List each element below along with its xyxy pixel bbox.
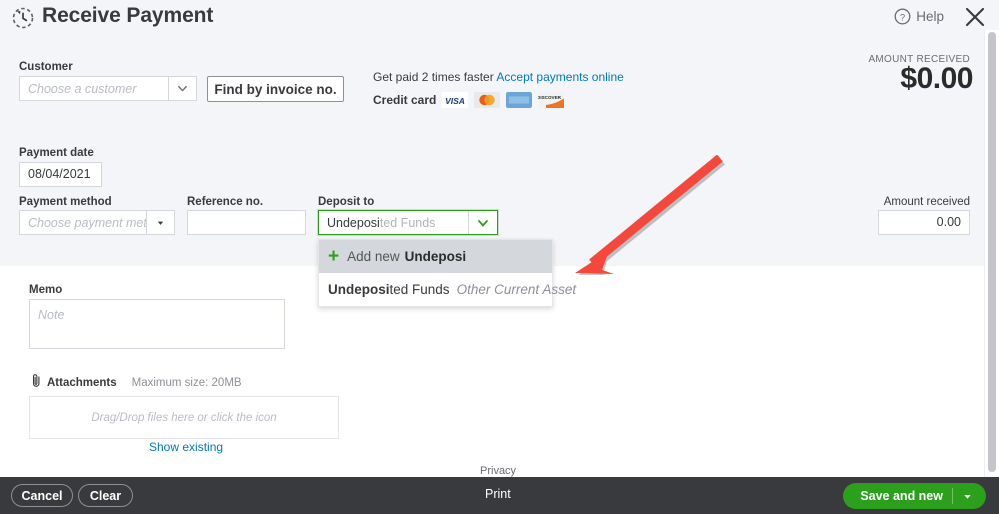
- triangle-down-icon[interactable]: [146, 211, 174, 234]
- payment-method-label: Payment method: [19, 196, 112, 208]
- deposit-to-typed-text: Undeposi: [327, 216, 380, 230]
- page-title: Receive Payment: [42, 4, 213, 28]
- add-new-label: Add new: [347, 249, 400, 264]
- close-x-icon[interactable]: [963, 5, 987, 29]
- customer-input[interactable]: Choose a customer: [20, 77, 168, 100]
- deposit-to-select[interactable]: Undeposited Funds: [318, 210, 498, 235]
- chevron-down-icon[interactable]: [168, 77, 196, 100]
- scrollbar-thumb[interactable]: [988, 32, 996, 472]
- print-button[interactable]: Print: [485, 487, 511, 501]
- payment-date-input[interactable]: 08/04/2021: [19, 162, 102, 187]
- promo-text-row: Get paid 2 times faster Accept payments …: [373, 70, 624, 84]
- reference-no-label: Reference no.: [187, 196, 263, 208]
- reference-no-input[interactable]: [187, 210, 306, 235]
- amount-received-label: Amount received: [884, 196, 970, 208]
- dropdown-option-undeposited-funds[interactable]: Undeposited Funds Other Current Asset: [319, 273, 552, 306]
- receive-payment-window: Receive Payment ? Help Customer Choose a…: [0, 0, 999, 514]
- deposit-to-suggestion-text: ted Funds: [380, 216, 436, 230]
- payment-date-label: Payment date: [19, 147, 94, 159]
- triangle-down-icon[interactable]: [953, 491, 986, 502]
- plus-icon: +: [328, 247, 339, 266]
- option-account-type: Other Current Asset: [457, 282, 577, 297]
- attachments-max-size: Maximum size: 20MB: [132, 377, 242, 389]
- payment-method-input[interactable]: Choose payment method: [20, 211, 146, 234]
- payment-method-placeholder: Choose payment method: [28, 216, 146, 230]
- add-new-term: Undeposi: [405, 249, 467, 264]
- memo-placeholder: Note: [38, 308, 64, 322]
- question-circle-icon: ?: [894, 8, 911, 25]
- deposit-to-input[interactable]: Undeposited Funds: [319, 211, 468, 234]
- svg-text:?: ?: [900, 12, 905, 23]
- svg-text:VISA: VISA: [445, 96, 465, 106]
- promo-text: Get paid 2 times faster: [373, 70, 494, 84]
- clear-button[interactable]: Clear: [78, 484, 133, 507]
- amount-received-input[interactable]: 0.00: [878, 210, 970, 235]
- receive-payment-icon: [10, 5, 36, 31]
- svg-text:DISCOVER: DISCOVER: [538, 95, 562, 100]
- chevron-down-icon[interactable]: [468, 211, 497, 234]
- option-rest-text: ted Funds: [390, 282, 450, 297]
- payment-method-select[interactable]: Choose payment method: [19, 210, 175, 235]
- save-and-new-button-group[interactable]: Save and new: [843, 483, 986, 509]
- paperclip-icon: [30, 373, 43, 393]
- attachments-title: Attachments: [47, 377, 117, 389]
- amex-icon: [506, 92, 532, 108]
- privacy-link[interactable]: Privacy: [480, 465, 516, 477]
- dropdown-add-new-item[interactable]: + Add new Undeposi: [319, 240, 552, 273]
- customer-label: Customer: [19, 61, 73, 73]
- cancel-button[interactable]: Cancel: [11, 484, 73, 507]
- deposit-to-label: Deposit to: [318, 196, 374, 208]
- memo-label: Memo: [29, 284, 62, 296]
- accept-payments-online-link[interactable]: Accept payments online: [496, 70, 623, 84]
- credit-card-label: Credit card: [373, 93, 436, 107]
- find-by-invoice-button[interactable]: Find by invoice no.: [207, 76, 344, 102]
- amount-received-summary-value: $0.00: [900, 62, 973, 96]
- help-button[interactable]: ? Help: [894, 8, 944, 25]
- save-and-new-button[interactable]: Save and new: [843, 489, 952, 503]
- attachments-dropzone[interactable]: Drag/Drop files here or click the icon: [29, 396, 339, 439]
- credit-card-row: Credit card VISA DISCOVER: [373, 92, 564, 108]
- show-existing-link[interactable]: Show existing: [149, 440, 223, 454]
- help-label: Help: [916, 9, 944, 24]
- dropzone-text: Drag/Drop files here or click the icon: [91, 412, 276, 424]
- vertical-scrollbar[interactable]: [984, 30, 999, 477]
- discover-icon: DISCOVER: [538, 92, 564, 108]
- option-match-text: Undeposi: [328, 282, 390, 297]
- memo-textarea[interactable]: Note: [29, 299, 285, 349]
- visa-icon: VISA: [442, 92, 468, 108]
- mastercard-icon: [474, 92, 500, 108]
- attachments-header: Attachments Maximum size: 20MB: [30, 373, 242, 393]
- deposit-to-dropdown[interactable]: + Add new Undeposi Undeposited Funds Oth…: [318, 239, 553, 307]
- customer-select[interactable]: Choose a customer: [19, 76, 197, 101]
- customer-placeholder: Choose a customer: [28, 82, 136, 96]
